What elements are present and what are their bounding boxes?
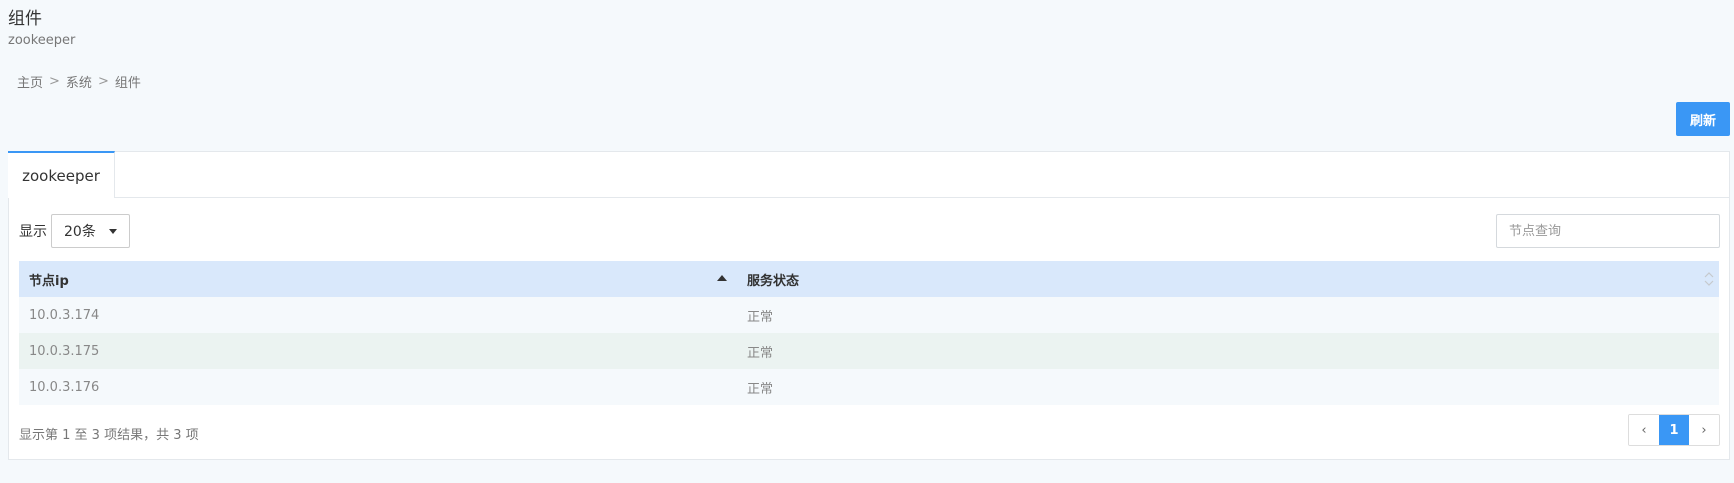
page-size-select[interactable]: 20条 — [51, 214, 130, 248]
sort-ascending-icon — [717, 275, 727, 281]
sort-both-icon — [1704, 272, 1714, 286]
breadcrumb-home[interactable]: 主页 — [17, 72, 43, 91]
cell-node-ip: 10.0.3.174 — [19, 297, 737, 333]
cell-service-status: 正常 — [737, 297, 1719, 333]
cell-service-status: 正常 — [737, 369, 1719, 405]
cell-node-ip: 10.0.3.175 — [19, 333, 737, 369]
column-header-label: 节点ip — [29, 273, 69, 289]
pagination: ‹ 1 › — [1628, 414, 1720, 446]
column-header-node-ip[interactable]: 节点ip — [19, 261, 737, 297]
table-info: 显示第 1 至 3 项结果，共 3 项 — [19, 428, 199, 443]
table-row: 10.0.3.176 正常 — [19, 369, 1719, 405]
page-title: 组件 — [8, 9, 42, 29]
page-button-current[interactable]: 1 — [1659, 415, 1689, 445]
show-label: 显示 — [19, 224, 47, 240]
page-subtitle: zookeeper — [8, 33, 76, 48]
chevron-left-icon[interactable]: ‹ — [1629, 415, 1659, 445]
column-header-label: 服务状态 — [747, 273, 800, 289]
page-header: 组件 zookeeper — [8, 8, 75, 51]
refresh-button[interactable]: 刷新 — [1676, 102, 1730, 136]
chevron-right-icon[interactable]: › — [1689, 415, 1719, 445]
caret-down-icon — [109, 228, 117, 234]
cell-service-status: 正常 — [737, 333, 1719, 369]
breadcrumb-separator: > — [97, 74, 109, 89]
page-size-value: 20条 — [64, 224, 96, 240]
table-header-row: 节点ip 服务状态 — [19, 261, 1719, 297]
tab-zookeeper[interactable]: zookeeper — [8, 151, 115, 198]
column-header-service-status[interactable]: 服务状态 — [737, 261, 1719, 297]
cell-node-ip: 10.0.3.176 — [19, 369, 737, 405]
component-panel: zookeeper 显示 20条 节点ip 服务状态 — [8, 151, 1730, 460]
page-size-control: 显示 20条 — [19, 214, 130, 248]
node-search-input[interactable] — [1496, 214, 1720, 248]
table-row: 10.0.3.174 正常 — [19, 297, 1719, 333]
breadcrumb-separator: > — [49, 74, 60, 89]
breadcrumb-current: 组件 — [114, 76, 141, 91]
breadcrumb-system[interactable]: 系统 — [66, 72, 92, 91]
table-row: 10.0.3.175 正常 — [19, 333, 1719, 369]
breadcrumb: 主页 > 系统 > 组件 — [17, 72, 141, 91]
tab-bar: zookeeper — [8, 151, 1729, 198]
node-table: 节点ip 服务状态 10.0.3.174 正常 10.0.3.175 正常 10… — [19, 261, 1719, 405]
